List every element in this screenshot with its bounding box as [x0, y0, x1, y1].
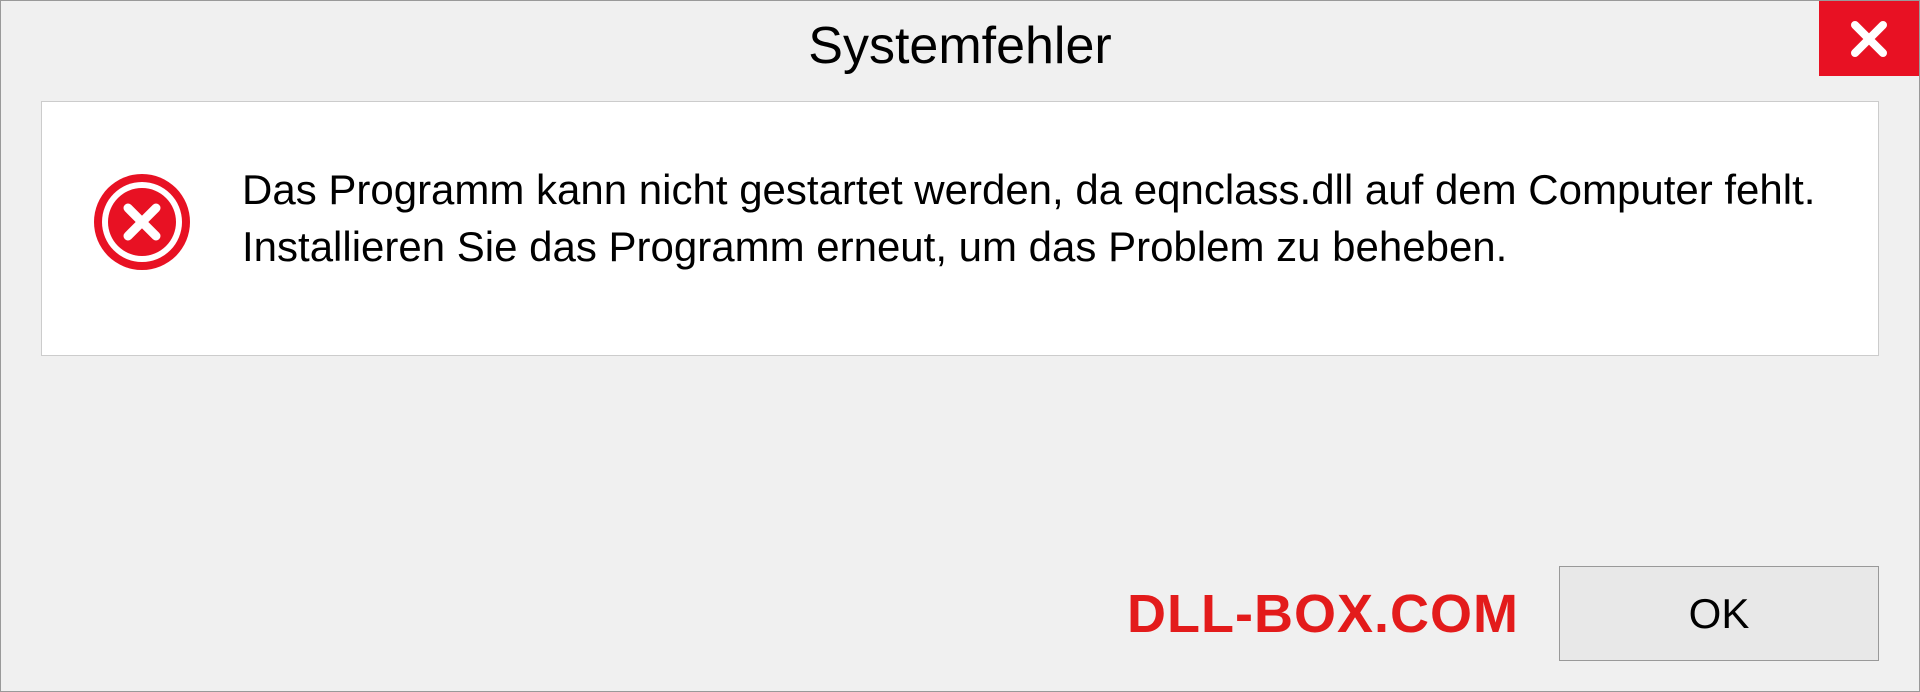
title-bar: Systemfehler [1, 1, 1919, 91]
close-icon [1845, 15, 1893, 63]
dialog-title: Systemfehler [808, 16, 1111, 76]
error-dialog: Systemfehler Das Programm kann nicht ges… [0, 0, 1920, 692]
ok-button[interactable]: OK [1559, 566, 1879, 661]
error-message: Das Programm kann nicht gestartet werden… [242, 162, 1828, 275]
content-panel: Das Programm kann nicht gestartet werden… [41, 101, 1879, 356]
error-icon [92, 172, 192, 272]
watermark-text: DLL-BOX.COM [1127, 583, 1519, 645]
close-button[interactable] [1819, 1, 1919, 76]
footer-bar: DLL-BOX.COM OK [1, 566, 1919, 661]
